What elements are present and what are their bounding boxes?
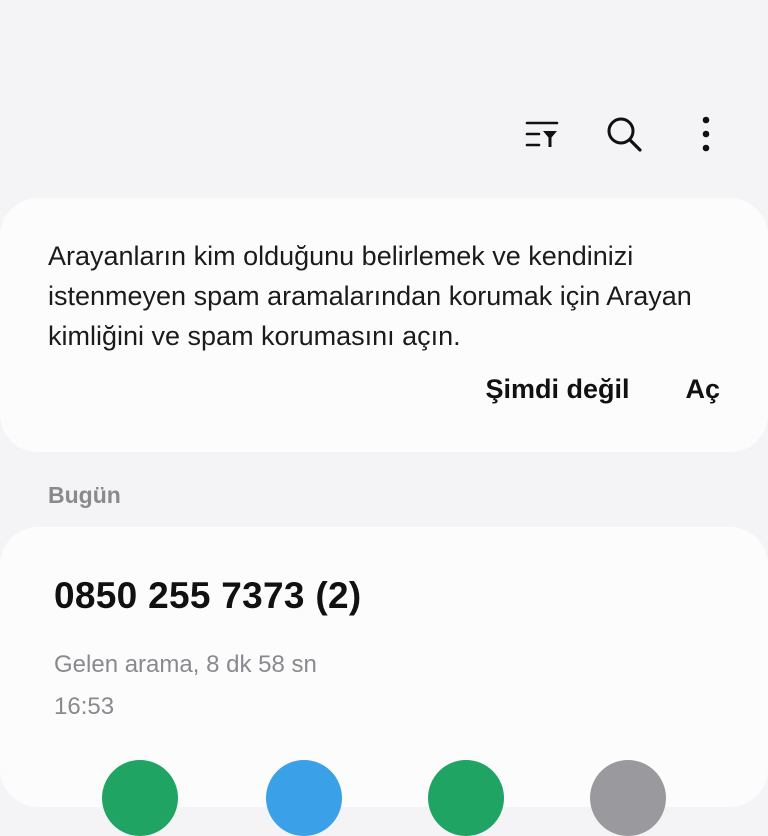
more-options-icon	[702, 116, 710, 152]
caller-id-banner: Arayanların kim olduğunu belirlemek ve k…	[0, 198, 768, 452]
call-time: 16:53	[54, 693, 115, 720]
banner-actions: Şimdi değil Aç	[485, 374, 720, 405]
info-button[interactable]	[590, 760, 666, 836]
search-icon	[607, 117, 642, 152]
enable-button[interactable]: Aç	[685, 374, 720, 405]
search-button[interactable]	[598, 108, 650, 160]
not-now-button[interactable]: Şimdi değil	[485, 374, 629, 405]
call-button[interactable]	[102, 760, 178, 836]
call-type-duration: Gelen arama, 8 dk 58 sn	[54, 651, 317, 678]
call-log-item[interactable]: 0850 255 7373 (2) Gelen arama, 8 dk 58 s…	[0, 527, 768, 836]
filter-icon	[525, 121, 559, 147]
caller-number: 0850 255 7373 (2)	[54, 575, 362, 616]
toolbar	[516, 108, 732, 160]
message-button[interactable]	[428, 760, 504, 836]
video-call-button[interactable]	[266, 760, 342, 836]
section-header-today: Bugün	[48, 482, 121, 508]
filter-button[interactable]	[516, 108, 568, 160]
more-options-button[interactable]	[680, 108, 732, 160]
banner-message: Arayanların kim olduğunu belirlemek ve k…	[48, 241, 692, 351]
